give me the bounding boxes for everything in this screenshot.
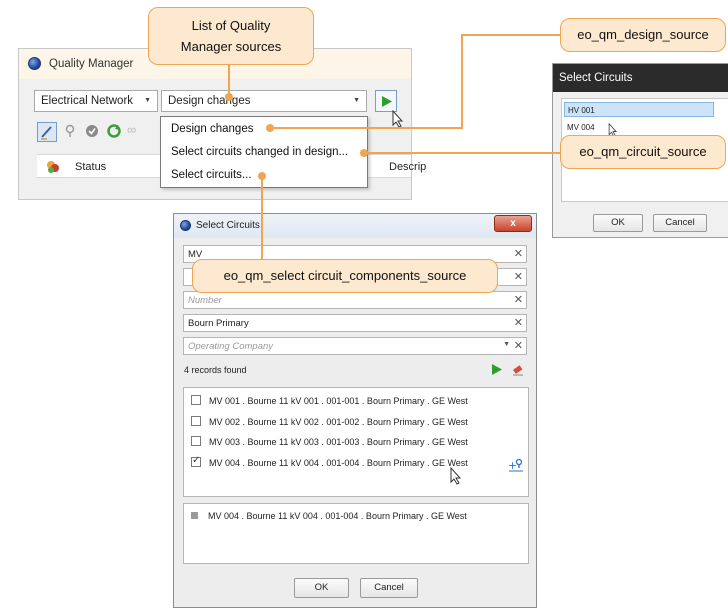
record-checkbox[interactable] [191, 436, 201, 446]
link-icon[interactable]: ∞ [127, 122, 147, 142]
list-item[interactable]: HV 001 [564, 102, 714, 117]
small-ok-button[interactable]: OK [593, 214, 643, 232]
record-checkbox[interactable] [191, 395, 201, 405]
small-cancel-button[interactable]: Cancel [653, 214, 707, 232]
pen-icon[interactable] [37, 122, 57, 142]
company-placeholder: Operating Company [188, 341, 274, 352]
chevron-down-icon: ▼ [144, 97, 151, 104]
cursor-icon [450, 467, 462, 485]
clear-icon[interactable]: ✕ [514, 316, 523, 329]
dropdown-item-design-changes[interactable]: Design changes [171, 123, 253, 135]
substation-value: Bourn Primary [188, 318, 249, 329]
pin-icon[interactable] [61, 122, 81, 142]
column-header-description[interactable]: Descrip [389, 161, 426, 173]
connector-line [461, 34, 463, 129]
source-combo[interactable]: Design changes ▼ [161, 90, 367, 112]
table-row[interactable]: MV 001 . Bourne 11 kV 001 . 001-001 . Bo… [191, 395, 468, 409]
list-item[interactable]: MV 004 . Bourne 11 kV 004 . 001-004 . Bo… [191, 511, 467, 525]
network-combo-value: Electrical Network [41, 95, 134, 107]
chevron-down-icon: ▼ [353, 97, 360, 104]
refresh-icon[interactable] [105, 122, 125, 142]
play-icon[interactable] [492, 364, 502, 375]
records-list: MV 001 . Bourne 11 kV 001 . 001-001 . Bo… [183, 387, 529, 497]
dialog-titlebar: Select Circuits x [174, 214, 536, 238]
selected-marker [191, 512, 198, 519]
connector-line [461, 34, 561, 36]
cursor-icon [392, 110, 404, 128]
network-combo[interactable]: Electrical Network ▼ [34, 90, 158, 112]
connector-dot [266, 124, 274, 132]
add-location-icon[interactable]: + [508, 458, 524, 472]
operating-company-field[interactable]: Operating Company ▼ ✕ [183, 337, 527, 355]
record-checkbox[interactable] [191, 416, 201, 426]
dropdown-item-circuits-changed[interactable]: Select circuits changed in design... [171, 146, 348, 158]
clear-icon[interactable]: ✕ [514, 270, 523, 283]
record-label: MV 004 . Bourne 11 kV 004 . 001-004 . Bo… [209, 458, 468, 468]
close-button[interactable]: x [494, 215, 532, 232]
column-header-status[interactable]: Status [75, 161, 106, 173]
record-label: MV 002 . Bourne 11 kV 002 . 001-002 . Bo… [209, 417, 468, 427]
number-placeholder: Number [188, 295, 222, 306]
record-checkbox-checked[interactable] [191, 455, 201, 467]
record-label: MV 001 . Bourne 11 kV 001 . 001-001 . Bo… [209, 396, 468, 406]
connector-line [364, 152, 562, 154]
table-row[interactable]: MV 004 . Bourne 11 kV 004 . 001-004 . Bo… [191, 455, 468, 471]
number-field[interactable]: Number ✕ [183, 291, 527, 309]
clear-icon[interactable]: ✕ [514, 293, 523, 306]
svg-text:+: + [508, 459, 517, 472]
cancel-button[interactable]: Cancel [360, 578, 418, 598]
records-found-label: 4 records found [184, 365, 247, 375]
selected-list: MV 004 . Bourne 11 kV 004 . 001-004 . Bo… [183, 503, 529, 564]
dropdown-item-select-circuits[interactable]: Select circuits... [171, 169, 252, 181]
callout-design-source: eo_qm_design_source [560, 18, 726, 52]
play-icon [382, 96, 392, 107]
ok-button[interactable]: OK [294, 578, 349, 598]
chevron-down-icon[interactable]: ▼ [503, 341, 510, 348]
check-circle-icon[interactable] [83, 122, 103, 142]
substation-field[interactable]: Bourn Primary ✕ [183, 314, 527, 332]
callout-circuit-source: eo_qm_circuit_source [560, 135, 726, 169]
callout-components-source: eo_qm_select circuit_components_source [192, 259, 498, 293]
qm-toolbar: ∞ [37, 122, 167, 144]
window-title: Quality Manager [49, 58, 134, 70]
table-row[interactable]: MV 003 . Bourne 11 kV 003 . 001-003 . Bo… [191, 436, 468, 450]
connector-line [270, 127, 462, 129]
source-combo-value: Design changes [168, 95, 251, 107]
connector-dot [258, 172, 266, 180]
globe-icon [180, 220, 191, 231]
eraser-icon[interactable] [512, 364, 524, 376]
list-item[interactable]: MV 004 [564, 120, 714, 135]
callout-quality-manager-sources: List of Quality Manager sources [148, 7, 314, 65]
record-label: MV 003 . Bourne 11 kV 003 . 001-003 . Bo… [209, 437, 468, 447]
connector-line [261, 176, 263, 260]
table-row[interactable]: MV 002 . Bourne 11 kV 002 . 001-002 . Bo… [191, 416, 468, 430]
run-button[interactable] [375, 90, 397, 112]
clear-icon[interactable]: ✕ [514, 247, 523, 260]
connector-dot [225, 93, 233, 101]
small-window-title: Select Circuits [553, 64, 728, 92]
connector-dot [360, 149, 368, 157]
selected-label: MV 004 . Bourne 11 kV 004 . 001-004 . Bo… [208, 511, 467, 521]
status-icon [47, 161, 59, 173]
dialog-title: Select Circuits [196, 220, 260, 231]
globe-icon [28, 57, 41, 70]
clear-icon[interactable]: ✕ [514, 339, 523, 352]
